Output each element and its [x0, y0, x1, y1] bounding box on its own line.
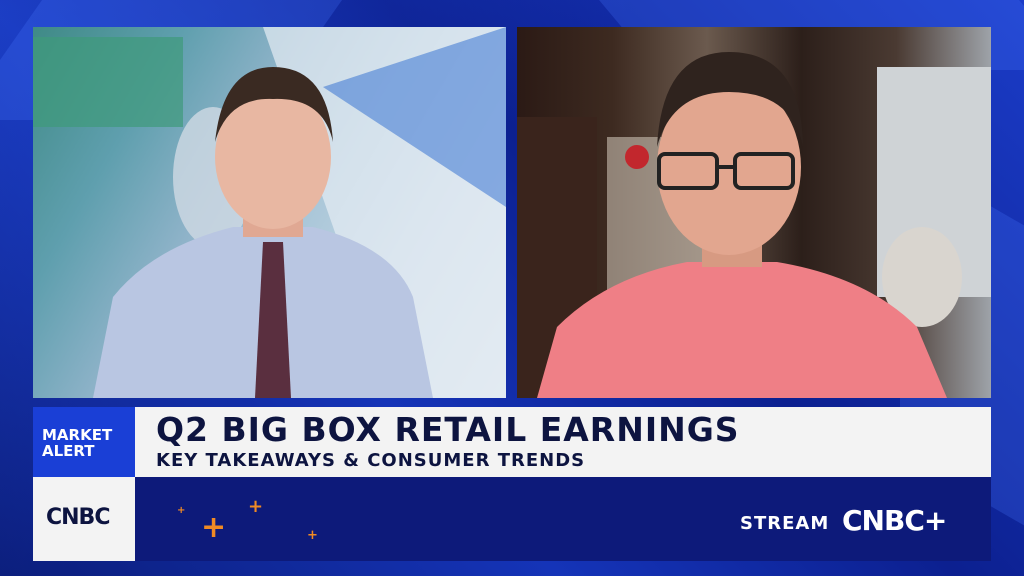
cnbc-logo: CNBC	[46, 505, 110, 530]
guest-video	[517, 52, 991, 398]
plus-icon: +	[248, 496, 264, 517]
plus-icon: +	[177, 505, 186, 516]
alert-line2: ALERT	[42, 442, 95, 460]
anchor-video	[33, 27, 506, 398]
stream-label: STREAM	[740, 513, 830, 534]
right-video-panel	[517, 27, 991, 398]
plus-icon: +	[307, 528, 318, 543]
subheadline: KEY TAKEAWAYS & CONSUMER TRENDS	[156, 450, 586, 471]
plus-icon: +	[201, 510, 227, 545]
cnbc-plus-logo: CNBC+	[842, 504, 947, 537]
market-alert-badge: MARKET ALERT	[33, 407, 135, 477]
headline: Q2 BIG BOX RETAIL EARNINGS	[156, 410, 740, 449]
alert-line1: MARKET	[42, 426, 113, 444]
left-video-panel	[33, 27, 506, 398]
